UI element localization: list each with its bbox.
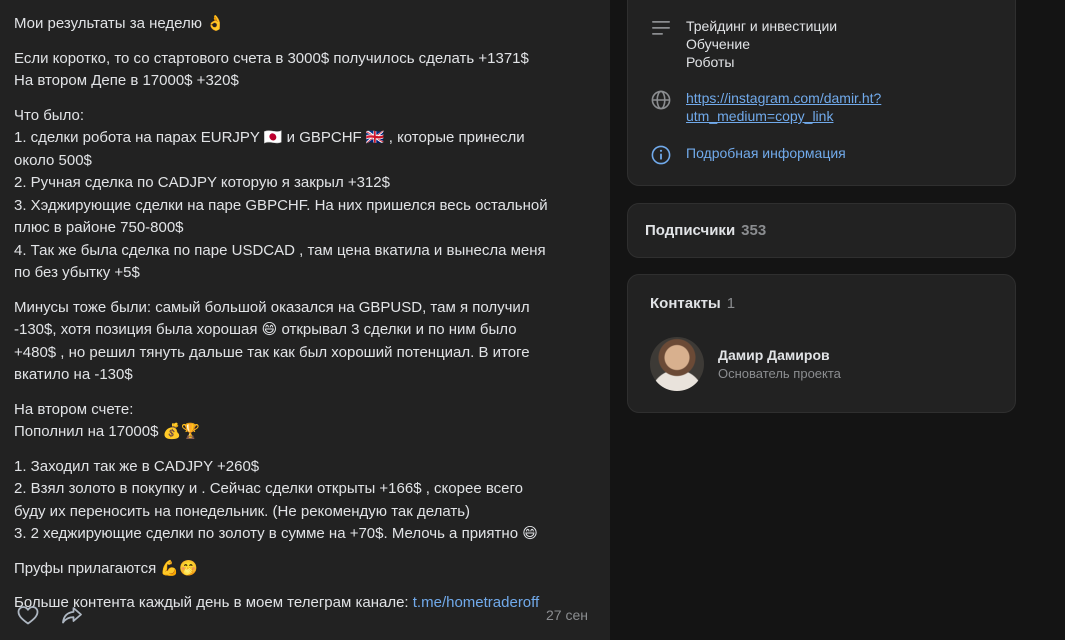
post-line: буду их переносить на понедельник. (Не р… (14, 502, 471, 520)
post-paragraph: Мои результаты за неделю 👌 (14, 13, 596, 36)
more-info-link[interactable]: Подробная информация (686, 144, 846, 162)
post-line: 1. сделки робота на парах EURJPY 🇯🇵 и GB… (14, 129, 525, 146)
post-line: 2. Взял золото в покупку и . Сейчас сдел… (14, 480, 523, 497)
like-button[interactable] (14, 601, 42, 629)
heart-icon (17, 606, 39, 625)
post-line: около 500$ (14, 151, 92, 169)
post-line: -130$, хотя позиция была хорошая 😄 откры… (14, 321, 517, 338)
post-line: 1. Заходил так же в CADJPY +260$ (14, 457, 260, 475)
instagram-link-line: https://instagram.com/damir.ht? (686, 90, 882, 106)
post-paragraph: Минусы тоже были: самый большой оказался… (14, 297, 596, 387)
contacts-card: Контакты 1 Дамир Дамиров Основатель прое… (627, 274, 1016, 413)
post-text: Мои результаты за неделю 👌 Если коротко,… (14, 13, 596, 615)
category-item: Трейдинг и инвестиции (686, 18, 838, 34)
post: Мои результаты за неделю 👌 Если коротко,… (0, 0, 610, 640)
post-line: Минусы тоже были: самый большой оказался… (14, 298, 530, 316)
post-paragraph: Что было: 1. сделки робота на парах EURJ… (14, 105, 596, 285)
list-icon (650, 17, 672, 39)
contact-name[interactable]: Дамир Дамиров (718, 346, 841, 365)
instagram-link-line: utm_medium=copy_link (686, 108, 834, 124)
contact-item[interactable]: Дамир Дамиров Основатель проекта (650, 337, 841, 391)
avatar[interactable] (650, 337, 704, 391)
post-paragraph: На втором счете: Пополнил на 17000$ 💰🏆 (14, 399, 596, 444)
post-paragraph: 1. Заходил так же в CADJPY +260$ 2. Взял… (14, 456, 596, 546)
post-line: На втором Депе в 17000$ +320$ (14, 72, 239, 89)
post-line: На втором счете: (14, 400, 134, 418)
post-line: плюс в районе 750-800$ (14, 219, 184, 236)
post-line: вкатило на -130$ (14, 366, 133, 383)
post-line: +480$ , но решил тянуть дальше так как б… (14, 343, 530, 361)
globe-icon (650, 89, 672, 111)
post-line: 2. Ручная сделка по CADJPY которую я зак… (14, 174, 390, 191)
post-date: 27 сен (546, 607, 588, 623)
post-paragraph: Если коротко, то со стартового счета в 3… (14, 48, 596, 93)
more-info-row[interactable]: Подробная информация (650, 144, 846, 166)
share-icon (62, 607, 82, 624)
subscribers-count: 353 (741, 222, 767, 239)
contacts-label: Контакты (650, 295, 721, 312)
post-paragraph: Пруфы прилагаются 💪🤭 (14, 558, 596, 581)
info-icon (650, 144, 672, 166)
instagram-link[interactable]: https://instagram.com/damir.ht? utm_medi… (686, 89, 881, 125)
category-item: Обучение (686, 36, 751, 52)
categories-row: Трейдинг и инвестиции Обучение Роботы (650, 17, 837, 71)
website-row: https://instagram.com/damir.ht? utm_medi… (650, 89, 881, 125)
post-footer: 27 сен (14, 600, 588, 630)
post-line: Если коротко, то со стартового счета в 3… (14, 49, 529, 67)
info-card: Трейдинг и инвестиции Обучение Роботы ht… (627, 0, 1016, 186)
post-line: по без убытку +5$ (14, 264, 140, 281)
subscribers-label: Подписчики (645, 222, 736, 239)
contacts-header[interactable]: Контакты 1 (650, 295, 735, 312)
post-line: Пруфы прилагаются 💪🤭 (14, 559, 198, 577)
post-line: 4. Так же была сделка по паре USDCAD , т… (14, 241, 546, 259)
contacts-count: 1 (726, 295, 736, 312)
share-button[interactable] (58, 601, 86, 629)
contact-role: Основатель проекта (718, 365, 841, 381)
post-line: Пополнил на 17000$ 💰🏆 (14, 423, 200, 440)
category-item: Роботы (686, 54, 735, 70)
post-line: Что было: (14, 106, 85, 124)
post-line: 3. 2 хеджирующие сделки по золоту в сумм… (14, 525, 538, 542)
subscribers-card[interactable]: Подписчики 353 (627, 203, 1016, 258)
categories: Трейдинг и инвестиции Обучение Роботы (686, 17, 837, 71)
post-line: 3. Хэджирующие сделки на паре GBPCHF. На… (14, 196, 548, 214)
post-line: Мои результаты за неделю 👌 (14, 15, 225, 32)
